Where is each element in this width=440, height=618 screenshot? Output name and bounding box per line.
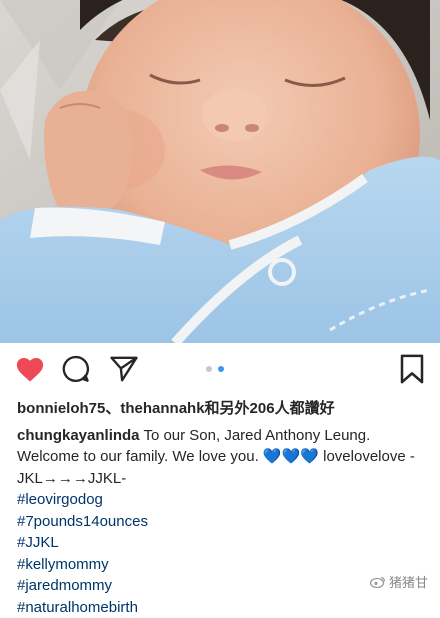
carousel-dot xyxy=(206,366,212,372)
paper-plane-icon xyxy=(109,354,139,384)
hashtag-link[interactable]: #leovirgodog xyxy=(17,489,432,511)
bookmark-icon xyxy=(399,354,425,384)
comment-button[interactable] xyxy=(60,353,92,385)
weibo-logo-icon xyxy=(370,576,386,588)
hashtag-link[interactable]: #7pounds14ounces xyxy=(17,511,432,533)
like-button[interactable] xyxy=(14,353,46,385)
comment-icon xyxy=(61,354,91,384)
caption-username[interactable]: chungkayanlinda xyxy=(17,427,140,444)
carousel-dot-active xyxy=(218,366,224,372)
likes-line: bonnieloh75、thehannahk和另外206人都讚好 xyxy=(17,398,432,420)
post-photo[interactable] xyxy=(0,0,440,343)
liker-username[interactable]: thehannahk xyxy=(120,400,204,417)
caption: chungkayanlinda To our Son, Jared Anthon… xyxy=(17,425,432,490)
liker-username[interactable]: bonnieloh75 xyxy=(17,400,105,417)
share-button[interactable] xyxy=(108,353,140,385)
hashtag-link[interactable]: #JJKL xyxy=(17,532,432,554)
watermark: 猪猪甘 xyxy=(366,570,432,593)
heart-filled-icon xyxy=(15,355,45,383)
hashtag-link[interactable]: #naturalhomebirth xyxy=(17,597,432,618)
carousel-indicator xyxy=(206,366,224,372)
likes-separator: 、 xyxy=(105,400,120,417)
watermark-text: 猪猪甘 xyxy=(389,572,428,591)
action-bar xyxy=(0,343,440,395)
hashtag-list: #leovirgodog #7pounds14ounces #JJKL #kel… xyxy=(17,489,432,618)
likes-count-text[interactable]: 和另外206人都讚好 xyxy=(205,400,335,417)
save-button[interactable] xyxy=(396,353,428,385)
